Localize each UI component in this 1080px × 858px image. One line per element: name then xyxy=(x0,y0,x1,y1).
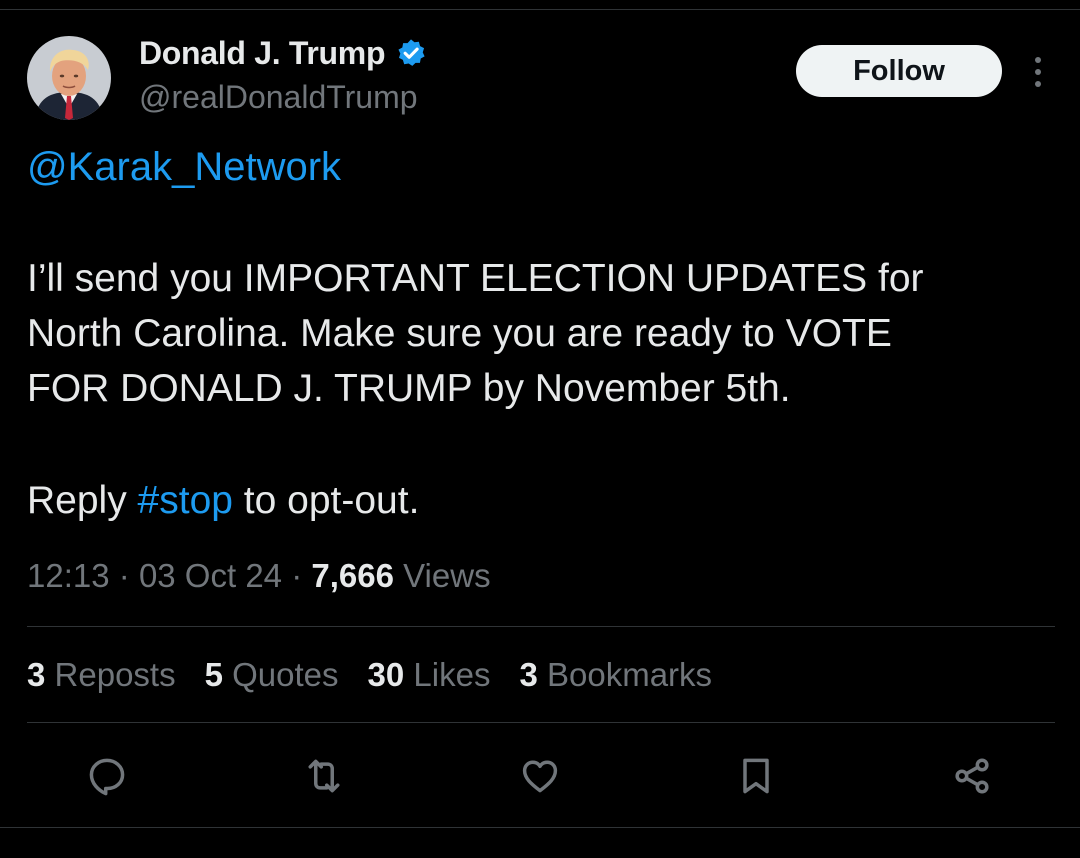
bookmarks-stat[interactable]: 3 Bookmarks xyxy=(519,656,712,694)
bookmarks-label: Bookmarks xyxy=(547,656,713,693)
tweet-time[interactable]: 12:13 xyxy=(27,557,110,594)
share-icon[interactable] xyxy=(950,754,994,798)
quotes-stat[interactable]: 5 Quotes xyxy=(205,656,339,694)
repost-icon[interactable] xyxy=(302,754,346,798)
tweet-text-line: North Carolina. Make sure you are ready … xyxy=(27,312,892,355)
opt-out-line: Reply #stop to opt-out. xyxy=(27,473,419,528)
views-count: 7,666 xyxy=(311,557,394,594)
reposts-stat[interactable]: 3 Reposts xyxy=(27,656,176,694)
quotes-count: 5 xyxy=(204,656,223,693)
author-display-name[interactable]: Donald J. Trump xyxy=(139,35,386,72)
stats-divider xyxy=(27,722,1055,723)
bookmarks-count: 3 xyxy=(519,656,538,693)
tweet-meta: 12:13 · 03 Oct 24 · 7,666 Views xyxy=(27,557,491,595)
likes-stat[interactable]: 30 Likes xyxy=(368,656,491,694)
meta-separator: · xyxy=(118,557,130,594)
views-label: Views xyxy=(403,557,491,594)
likes-count: 30 xyxy=(367,656,405,693)
tweet-date[interactable]: 03 Oct 24 xyxy=(139,557,282,594)
engagement-stats: 3 Reposts 5 Quotes 30 Likes 3 Bookmarks xyxy=(27,656,741,694)
meta-separator: · xyxy=(291,557,303,594)
reposts-count: 3 xyxy=(27,656,46,693)
top-divider xyxy=(0,9,1080,10)
quotes-label: Quotes xyxy=(232,656,339,693)
avatar[interactable] xyxy=(27,36,111,120)
likes-label: Likes xyxy=(413,656,491,693)
tweet-text: I’ll send you IMPORTANT ELECTION UPDATES… xyxy=(27,251,1057,416)
verified-badge-icon xyxy=(398,39,425,66)
bottom-divider xyxy=(0,827,1080,828)
hashtag-link[interactable]: #stop xyxy=(138,479,233,522)
author-name-row: Donald J. Trump xyxy=(139,33,427,73)
like-icon[interactable] xyxy=(518,754,562,798)
author-handle[interactable]: @realDonaldTrump xyxy=(139,79,418,116)
tweet-text-line: I’ll send you IMPORTANT ELECTION UPDATES… xyxy=(27,257,924,300)
meta-divider xyxy=(27,626,1055,627)
opt-out-prefix: Reply xyxy=(27,479,138,522)
opt-out-suffix: to opt-out. xyxy=(232,479,420,522)
follow-button[interactable]: Follow xyxy=(796,45,1002,97)
tweet-text-line: FOR DONALD J. TRUMP by November 5th. xyxy=(27,367,791,410)
reply-icon[interactable] xyxy=(85,754,129,798)
reposts-label: Reposts xyxy=(54,656,176,693)
mention-link[interactable]: @Karak_Network xyxy=(27,145,341,190)
more-options-icon[interactable] xyxy=(1024,54,1052,90)
bookmark-icon[interactable] xyxy=(734,754,778,798)
